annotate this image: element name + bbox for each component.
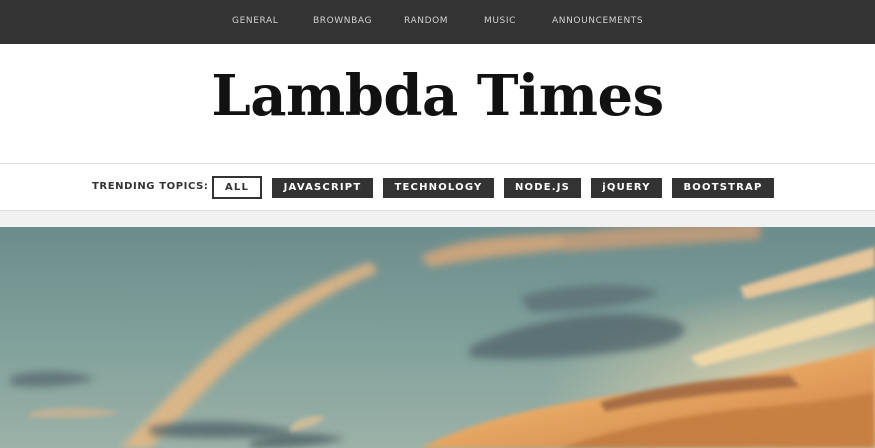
tab-technology[interactable]: TECHNOLOGY xyxy=(383,178,494,198)
nav-link-general[interactable]: GENERAL xyxy=(232,16,278,27)
hero-image-sunset-sky xyxy=(0,227,875,448)
tab-jquery[interactable]: jQUERY xyxy=(591,178,662,198)
site-title: Lambda Times xyxy=(211,63,664,129)
masthead: Lambda Times xyxy=(0,44,875,163)
tab-javascript[interactable]: JAVASCRIPT xyxy=(272,178,373,198)
trending-topics-bar: TRENDING TOPICS: ALL JAVASCRIPT TECHNOLO… xyxy=(0,163,875,211)
tab-bootstrap[interactable]: BOOTSTRAP xyxy=(672,178,774,198)
top-navigation: GENERAL BROWNBAG RANDOM MUSIC ANNOUNCEME… xyxy=(0,0,875,44)
nav-link-random[interactable]: RANDOM xyxy=(404,16,448,27)
nav-link-music[interactable]: MUSIC xyxy=(484,16,516,27)
trending-topics-label: TRENDING TOPICS: xyxy=(92,181,209,192)
tab-nodejs[interactable]: NODE.JS xyxy=(504,178,581,198)
sky-illustration xyxy=(0,227,875,448)
content-divider xyxy=(0,211,875,227)
tab-all[interactable]: ALL xyxy=(212,176,262,199)
nav-link-brownbag[interactable]: BROWNBAG xyxy=(313,16,372,27)
nav-link-announcements[interactable]: ANNOUNCEMENTS xyxy=(552,16,643,27)
